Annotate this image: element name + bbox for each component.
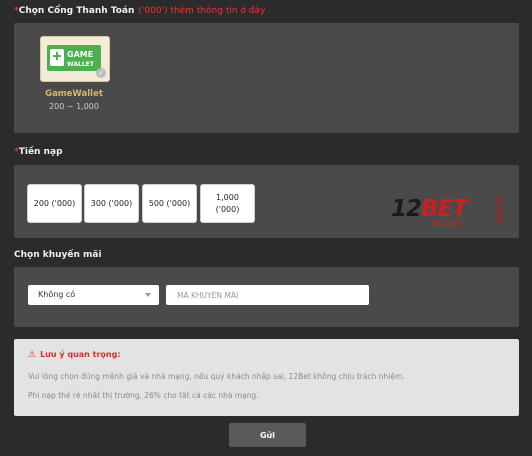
promo-panel: Không có [14,267,519,327]
notice-title: ⚠ Lưu ý quan trọng: [28,350,121,360]
notice-line-1: Vui lòng chọn đúng mệnh giá và nhà mạng,… [28,372,405,381]
amount-button-200[interactable]: 200 ('000) [27,184,82,223]
amount-button-300[interactable]: 300 ('000) [84,184,139,223]
svg-text:GAME: GAME [67,50,93,59]
amount-button-500[interactable]: 500 ('000) [142,184,197,223]
gamewallet-card[interactable]: GAME WALLET ✓ [40,36,110,82]
gateway-section-title: *Chọn Cổng Thanh Toán ('000') thêm thông … [14,6,266,16]
gateway-name: GameWallet [45,89,103,99]
gamewallet-logo-icon: GAME WALLET [47,45,101,71]
notice-box: ⚠ Lưu ý quan trọng: Vui lòng chọn đúng mệ… [14,339,519,416]
gateway-panel: GAME WALLET ✓ GameWallet 200 ~ 1,000 [14,23,519,133]
chevron-down-icon [145,293,151,297]
promo-select[interactable]: Không có [28,285,159,305]
gateway-hint: ('000') thêm thông tin ở đây [138,6,266,16]
brand-logo: 12BET ONLINE 壹贰博 [391,196,503,228]
topup-section-title: *Tiền nạp [14,147,63,157]
amount-button-1000[interactable]: 1,000 ('000) [200,184,255,223]
warning-icon: ⚠ [28,350,37,360]
topup-panel: 200 ('000) 300 ('000) 500 ('000) 1,000 (… [14,165,519,238]
gateway-range: 200 ~ 1,000 [49,102,99,111]
promo-code-input[interactable] [166,285,369,305]
notice-line-2: Phí nạp thẻ rẻ nhất thị trường, 26% cho … [28,391,259,400]
promo-section-title: Chọn khuyến mãi [14,250,102,260]
submit-button[interactable]: Gửi [229,423,306,447]
selected-check-icon: ✓ [96,68,106,78]
svg-text:WALLET: WALLET [67,61,95,68]
